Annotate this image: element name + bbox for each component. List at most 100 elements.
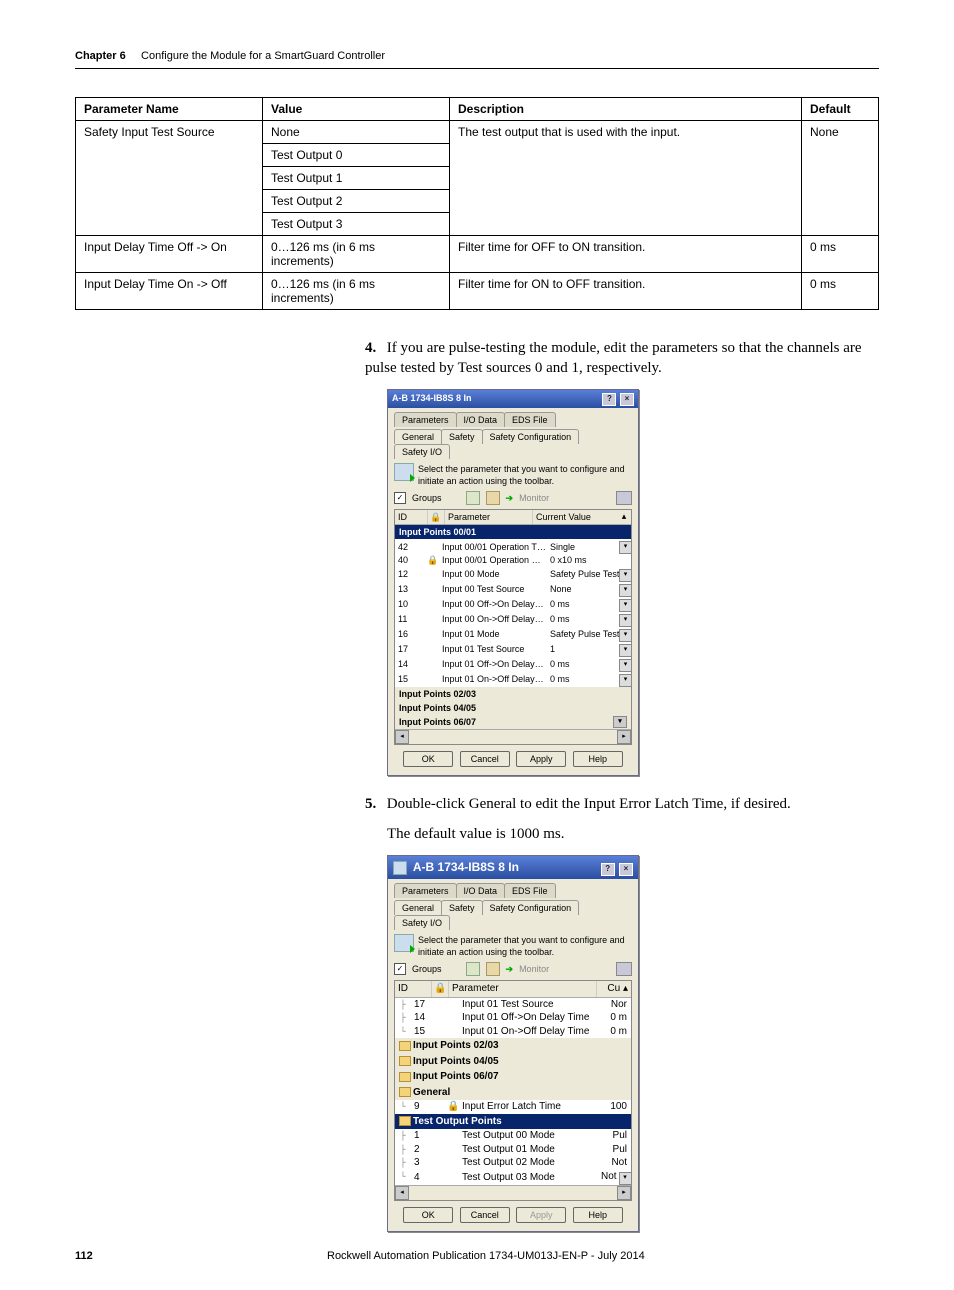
close-icon[interactable]: × (620, 393, 634, 406)
col-parameter[interactable]: Parameter (445, 510, 533, 524)
tab-parameters[interactable]: Parameters (394, 412, 457, 427)
col-lock[interactable]: 🔒 (432, 981, 449, 997)
toolbar-widget[interactable] (616, 491, 632, 505)
toolbar-icon[interactable] (486, 491, 500, 505)
help-icon[interactable]: ? (602, 393, 616, 406)
tab-eds-file[interactable]: EDS File (504, 412, 556, 427)
monitor-label: Monitor (519, 963, 549, 975)
col-id[interactable]: ID (395, 981, 432, 997)
tab-general[interactable]: General (394, 429, 442, 444)
list-item[interactable]: 15Input 01 On->Off Delay…0 ms▾ (395, 672, 631, 687)
scroll-left-icon[interactable]: ◂ (395, 730, 409, 744)
device-icon (393, 861, 407, 875)
list-item[interactable]: 17Input 01 Test Source1▾ (395, 642, 631, 657)
group-header[interactable]: Test Output Points (395, 1114, 631, 1130)
col-value[interactable]: Cu ▴ (597, 981, 631, 997)
tab-io-data[interactable]: I/O Data (456, 883, 506, 898)
group-header[interactable]: Input Points 04/05 (395, 1054, 631, 1070)
group-header[interactable]: Input Points 00/01 (395, 525, 631, 539)
ok-button[interactable]: OK (403, 1207, 453, 1223)
chevron-down-icon[interactable]: ▾ (619, 659, 632, 672)
chevron-down-icon[interactable]: ▾ (619, 1172, 631, 1185)
scroll-down-icon[interactable]: ▾ (613, 716, 627, 728)
dialog-title: A-B 1734-IB8S 8 In (413, 860, 519, 874)
help-icon[interactable]: ? (601, 863, 615, 876)
list-item[interactable]: 40🔒Input 00/01 Operation …0 x10 ms (395, 554, 631, 566)
groups-checkbox[interactable]: ✓ (394, 963, 406, 975)
chevron-down-icon[interactable]: ▾ (619, 644, 632, 657)
dialog-titlebar[interactable]: A-B 1734-IB8S 8 In ? × (388, 856, 638, 879)
group-header[interactable]: Input Points 04/05 (395, 701, 631, 715)
list-item[interactable]: 16Input 01 ModeSafety Pulse Test▾ (395, 627, 631, 642)
scroll-right-icon[interactable]: ▸ (617, 1186, 631, 1200)
arrow-right-icon: ➔ (506, 963, 514, 975)
cell-param: Input Delay Time On -> Off (76, 273, 263, 310)
scroll-up-icon[interactable]: ▴ (617, 510, 631, 524)
scroll-left-icon[interactable]: ◂ (395, 1186, 409, 1200)
toolbar-icon[interactable] (466, 962, 480, 976)
tab-safety-config[interactable]: Safety Configuration (482, 429, 580, 444)
group-header[interactable]: Input Points 06/07 ▾ (395, 715, 631, 729)
toolbar-widget[interactable] (616, 962, 632, 976)
tab-safety-config[interactable]: Safety Configuration (482, 900, 580, 915)
group-header[interactable]: Input Points 02/03 (395, 687, 631, 701)
list-item[interactable]: ├14Input 01 Off->On Delay Time0 m (395, 1011, 631, 1025)
list-item[interactable]: 10Input 00 Off->On Delay…0 ms▾ (395, 597, 631, 612)
list-item[interactable]: 13Input 00 Test SourceNone▾ (395, 582, 631, 597)
toolbar-icon[interactable] (466, 491, 480, 505)
tab-io-data[interactable]: I/O Data (456, 412, 506, 427)
tab-general[interactable]: General (394, 900, 442, 915)
group-header[interactable]: Input Points 06/07 (395, 1069, 631, 1085)
help-button[interactable]: Help (573, 751, 623, 767)
col-value[interactable]: Current Value (533, 510, 617, 524)
step-text: Double-click General to edit the Input E… (387, 796, 791, 812)
tab-parameters[interactable]: Parameters (394, 883, 457, 898)
step-text: If you are pulse-testing the module, edi… (365, 340, 862, 376)
groups-checkbox[interactable]: ✓ (394, 492, 406, 504)
col-lock[interactable]: 🔒 (428, 510, 445, 524)
list-item[interactable]: 42Input 00/01 Operation T…Single▾ (395, 539, 631, 554)
chevron-down-icon[interactable]: ▾ (619, 674, 632, 687)
chevron-down-icon[interactable]: ▾ (619, 584, 632, 597)
group-header[interactable]: Input Points 02/03 (395, 1038, 631, 1054)
help-button[interactable]: Help (573, 1207, 623, 1223)
list-item[interactable]: 14Input 01 Off->On Delay…0 ms▾ (395, 657, 631, 672)
tab-safety-io[interactable]: Safety I/O (394, 444, 450, 459)
toolbar-icon[interactable] (486, 962, 500, 976)
chevron-down-icon[interactable]: ▾ (619, 569, 632, 582)
group-header[interactable]: General (395, 1085, 631, 1101)
device-icon (394, 463, 414, 481)
chevron-down-icon[interactable]: ▾ (619, 599, 632, 612)
list-item[interactable]: └15Input 01 On->Off Delay Time0 m (395, 1025, 631, 1039)
horizontal-scrollbar[interactable]: ◂ ▸ (395, 729, 631, 744)
tab-safety[interactable]: Safety (441, 900, 483, 915)
col-parameter[interactable]: Parameter (449, 981, 597, 997)
close-icon[interactable]: × (619, 863, 633, 876)
tab-safety-io[interactable]: Safety I/O (394, 915, 450, 930)
list-item[interactable]: ├1Test Output 00 ModePul (395, 1129, 631, 1143)
dialog-titlebar[interactable]: A-B 1734-IB8S 8 In ? × (388, 390, 638, 408)
list-item[interactable]: ├3Test Output 02 ModeNot (395, 1156, 631, 1170)
step-number: 5. (365, 794, 383, 814)
scroll-right-icon[interactable]: ▸ (617, 730, 631, 744)
list-item[interactable]: └ 9 🔒 Input Error Latch Time 100 (395, 1100, 631, 1114)
list-item[interactable]: ├2Test Output 01 ModePul (395, 1143, 631, 1157)
step-subtext: The default value is 1000 ms. (365, 824, 879, 844)
list-item[interactable]: ├17Input 01 Test SourceNor (395, 998, 631, 1012)
cancel-button[interactable]: Cancel (460, 751, 510, 767)
chevron-down-icon[interactable]: ▾ (619, 614, 632, 627)
list-item[interactable]: └4Test Output 03 ModeNot▾ (395, 1170, 631, 1185)
cancel-button[interactable]: Cancel (460, 1207, 510, 1223)
apply-button[interactable]: Apply (516, 1207, 566, 1223)
chapter-label: Chapter 6 (75, 50, 126, 62)
list-item[interactable]: 12Input 00 ModeSafety Pulse Test▾ (395, 567, 631, 582)
chevron-down-icon[interactable]: ▾ (619, 541, 632, 554)
list-item[interactable]: 11Input 00 On->Off Delay…0 ms▾ (395, 612, 631, 627)
tab-eds-file[interactable]: EDS File (504, 883, 556, 898)
ok-button[interactable]: OK (403, 751, 453, 767)
apply-button[interactable]: Apply (516, 751, 566, 767)
horizontal-scrollbar[interactable]: ◂ ▸ (395, 1185, 631, 1200)
chevron-down-icon[interactable]: ▾ (619, 629, 632, 642)
col-id[interactable]: ID (395, 510, 428, 524)
tab-safety[interactable]: Safety (441, 429, 483, 444)
